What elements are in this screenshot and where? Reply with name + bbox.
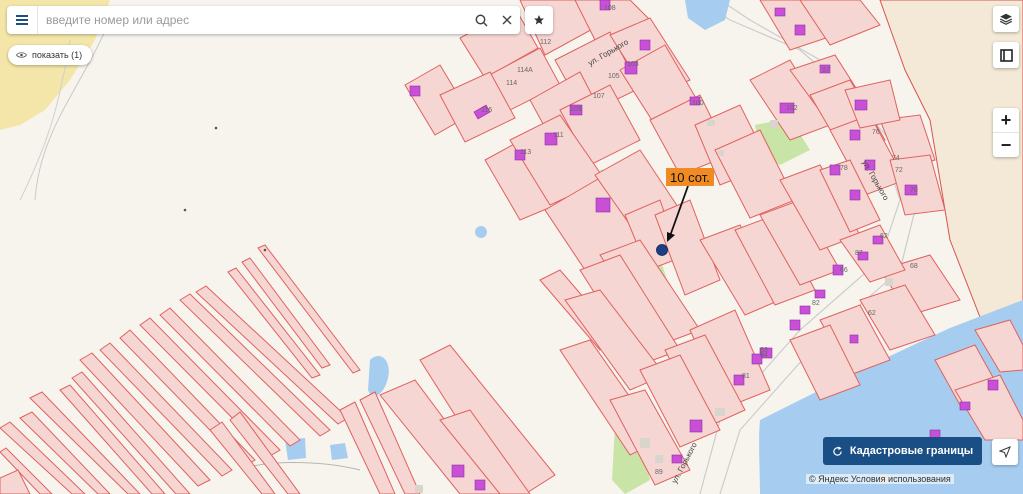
house-number: 66 xyxy=(840,267,848,274)
cadastre-toggle-button[interactable]: Кадастровые границы xyxy=(823,437,982,465)
house-number: 70 xyxy=(910,187,918,194)
house-number: 108 xyxy=(604,5,616,12)
house-number: 107 xyxy=(593,93,605,100)
zoom-control: + − xyxy=(993,108,1019,157)
close-icon xyxy=(502,15,512,25)
menu-icon xyxy=(16,15,28,25)
house-number: 89 xyxy=(655,469,663,476)
zoom-out-icon: − xyxy=(1000,134,1012,155)
frame-button[interactable] xyxy=(993,42,1019,68)
house-number: 109 xyxy=(570,106,582,113)
zoom-in-button[interactable]: + xyxy=(993,108,1019,133)
house-number: 114А xyxy=(517,67,533,74)
cadastral-map[interactable]: 112 114А 114 116 108 105 103 107 109 111… xyxy=(0,0,1023,494)
house-number: 87 xyxy=(855,250,863,257)
refresh-icon xyxy=(833,445,842,456)
layers-icon xyxy=(999,13,1013,25)
show-results-button[interactable]: показать (1) xyxy=(8,45,93,65)
search-bar xyxy=(7,6,520,34)
house-number: 62 xyxy=(880,233,888,240)
area-annotation-label: 10 сот. xyxy=(666,168,714,186)
search-input[interactable] xyxy=(38,7,468,33)
location-marker[interactable] xyxy=(656,244,668,256)
search-button[interactable] xyxy=(468,6,494,34)
house-number: 102 xyxy=(786,105,798,112)
house-number: 76 xyxy=(872,129,880,136)
zoom-in-icon: + xyxy=(1000,109,1012,130)
map-attribution[interactable]: © Яндекс Условия использования xyxy=(806,474,954,484)
house-number: 100 xyxy=(692,100,704,107)
house-number: 74 xyxy=(892,155,900,162)
locate-icon xyxy=(999,446,1011,458)
locate-button[interactable] xyxy=(992,439,1018,465)
zoom-out-button[interactable]: − xyxy=(993,133,1019,157)
show-results-label: показать (1) xyxy=(32,50,83,60)
menu-button[interactable] xyxy=(7,6,38,34)
house-number: 105 xyxy=(608,73,620,80)
house-number: 81 xyxy=(742,373,750,380)
cadastre-toggle-label: Кадастровые границы xyxy=(849,445,974,457)
house-number: 72 xyxy=(895,167,903,174)
house-number: 103 xyxy=(627,61,639,68)
eye-icon xyxy=(16,52,27,58)
frame-icon xyxy=(999,48,1013,62)
house-number: 114 xyxy=(506,80,517,87)
house-number: 83 xyxy=(760,347,768,354)
house-number: 62 xyxy=(868,310,876,317)
star-icon xyxy=(534,15,544,25)
favorites-button[interactable] xyxy=(525,6,553,34)
house-number: 113 xyxy=(520,149,531,156)
house-number: 82 xyxy=(812,300,820,307)
house-number: 78 xyxy=(840,165,848,172)
house-number: 97 xyxy=(822,67,830,74)
house-number: 112 xyxy=(540,39,551,46)
clear-button[interactable] xyxy=(494,6,520,34)
house-number: 111 xyxy=(553,132,564,139)
house-number: 68 xyxy=(910,263,918,270)
house-number: 116 xyxy=(481,107,492,114)
search-icon xyxy=(475,14,488,27)
layers-button[interactable] xyxy=(993,6,1019,32)
